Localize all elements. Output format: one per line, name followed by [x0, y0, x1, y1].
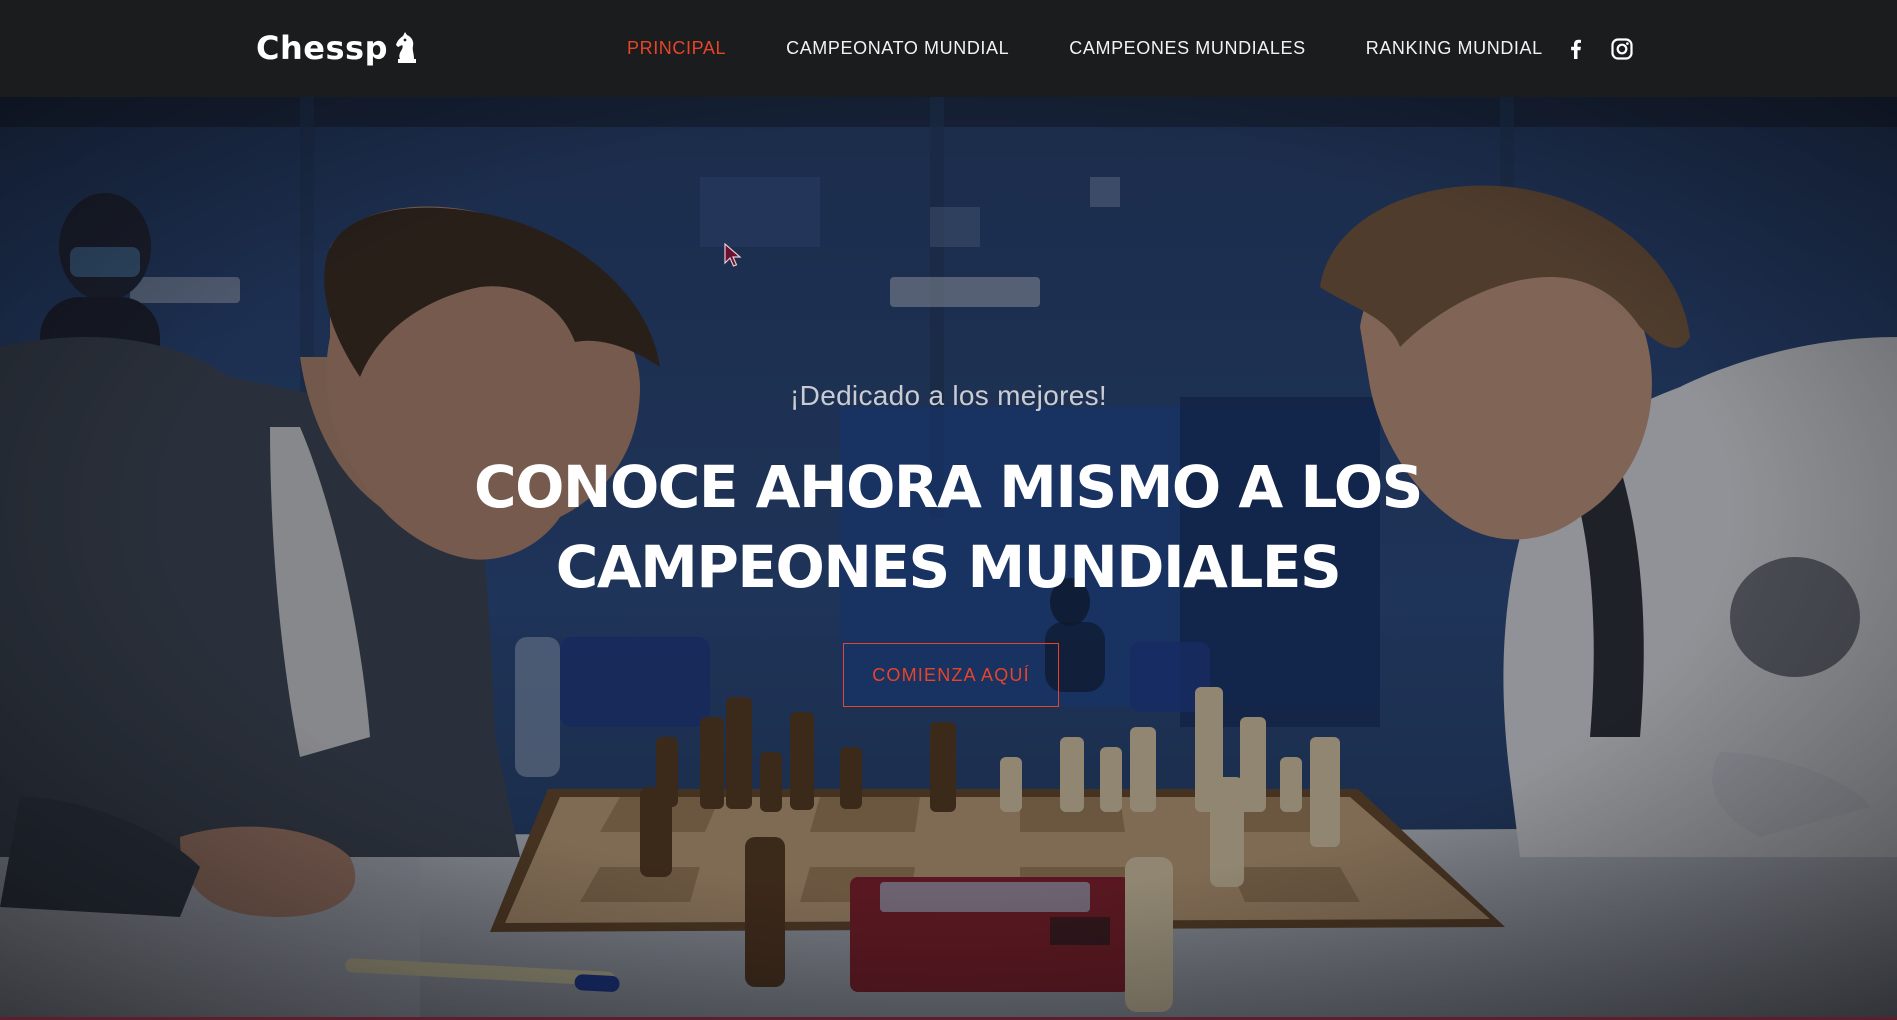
- brand-name: Chessp: [256, 29, 388, 67]
- nav-link-campeones-mundiales[interactable]: CAMPEONES MUNDIALES: [1069, 0, 1305, 97]
- instagram-icon: [1611, 38, 1633, 60]
- chessp-home-page: Chessp PRINCIPAL CAMPEONATO MUNDIAL CAMP…: [0, 0, 1897, 1020]
- hero-section: ¡Dedicado a los mejores! CONOCE AHORA MI…: [0, 97, 1897, 1017]
- nav-link-campeonato-mundial[interactable]: CAMPEONATO MUNDIAL: [786, 0, 1009, 97]
- facebook-link[interactable]: [1564, 37, 1588, 61]
- social-links: [1564, 37, 1634, 61]
- comienza-aqui-button[interactable]: COMIENZA AQUÍ: [843, 643, 1059, 707]
- mouse-cursor-icon: [724, 243, 742, 267]
- nav-link-principal[interactable]: PRINCIPAL: [627, 0, 726, 97]
- facebook-icon: [1571, 39, 1581, 59]
- main-nav: PRINCIPAL CAMPEONATO MUNDIAL CAMPEONES M…: [615, 0, 1543, 97]
- top-navbar: Chessp PRINCIPAL CAMPEONATO MUNDIAL CAMP…: [0, 0, 1897, 97]
- brand-logo-link[interactable]: Chessp: [256, 28, 422, 68]
- hero-content: ¡Dedicado a los mejores! CONOCE AHORA MI…: [0, 97, 1897, 1017]
- nav-link-ranking-mundial[interactable]: RANKING MUNDIAL: [1366, 0, 1543, 97]
- hero-tagline: ¡Dedicado a los mejores!: [790, 380, 1107, 411]
- hero-title: CONOCE AHORA MISMO A LOS CAMPEONES MUNDI…: [474, 453, 1423, 601]
- chess-knight-icon: [395, 32, 416, 63]
- instagram-link[interactable]: [1610, 37, 1634, 61]
